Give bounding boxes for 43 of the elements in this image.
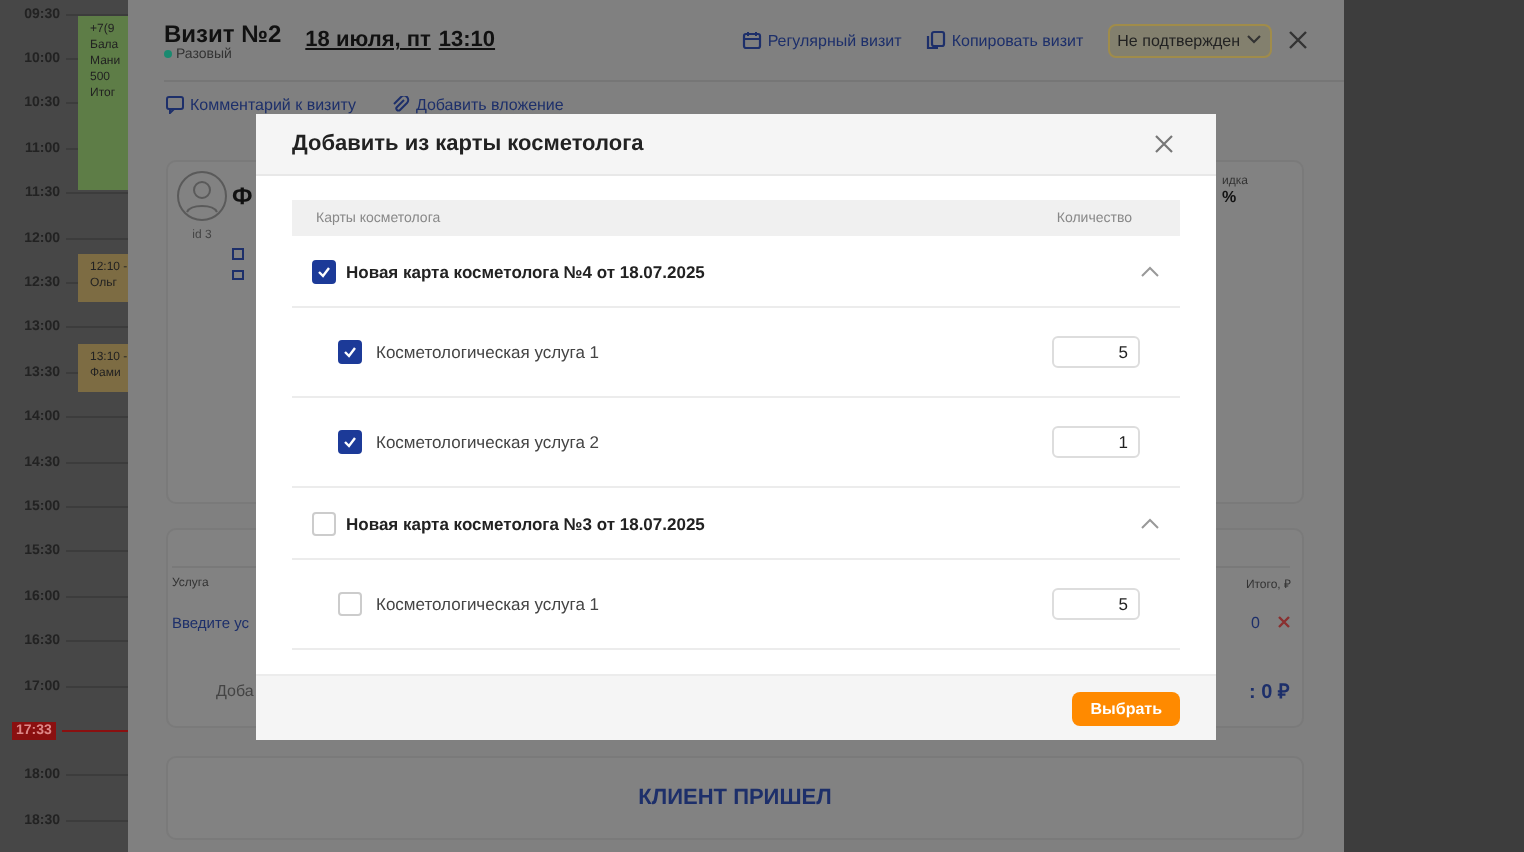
check-icon — [316, 263, 332, 279]
checkbox[interactable] — [312, 259, 336, 283]
calendar-icon — [741, 30, 762, 50]
quantity-field[interactable]: 1 — [1052, 426, 1140, 458]
attachment-link[interactable]: Добавить вложение — [391, 95, 564, 113]
service-name: Косметологическая услуга 1 — [376, 594, 602, 614]
checkbox[interactable] — [338, 430, 362, 454]
delete-icon[interactable] — [1278, 616, 1290, 628]
dialog-title: Добавить из карты косметолога — [292, 132, 644, 156]
close-icon[interactable] — [1154, 134, 1174, 154]
quantity-field[interactable]: 5 — [1052, 588, 1140, 620]
card-title: Новая карта косметолога №3 от 18.07.2025 — [346, 513, 707, 533]
copy-icon — [925, 30, 946, 50]
card-icon[interactable] — [232, 248, 244, 260]
paperclip-icon — [391, 95, 410, 113]
visit-date-link[interactable]: 18 июля, пт — [305, 28, 431, 52]
chevron-icon[interactable] — [1140, 517, 1160, 529]
close-icon[interactable] — [1288, 30, 1308, 50]
chevron-icon[interactable] — [1140, 265, 1160, 277]
discount-value: % — [1222, 188, 1239, 206]
visit-title: Визит №2 — [164, 19, 282, 47]
visit-action-link[interactable]: Копировать визит — [925, 30, 1084, 50]
client-arrived-button[interactable]: КЛИЕНТ ПРИШЕЛ — [166, 756, 1304, 840]
service-name: Косметологическая услуга 1 — [376, 342, 602, 362]
comment-icon — [166, 95, 184, 113]
add-label: Доба — [216, 681, 254, 699]
client-name: Ф — [232, 182, 253, 210]
check-icon — [342, 344, 358, 360]
quantity-field[interactable]: 5 — [1052, 336, 1140, 368]
row-total: 0 — [1251, 613, 1260, 631]
comment-link[interactable]: Комментарий к визиту — [166, 95, 356, 113]
caret-icon — [1246, 34, 1262, 46]
checkbox[interactable] — [338, 340, 362, 364]
check-icon — [342, 434, 358, 450]
visit-action-link[interactable]: Регулярный визит — [741, 30, 902, 50]
service-name: Косметологическая услуга 2 — [376, 432, 602, 452]
total-sum: : 0 ₽ — [1249, 680, 1290, 704]
message-icon[interactable] — [232, 270, 244, 282]
status-dropdown[interactable]: Не подтвержден — [1107, 23, 1272, 57]
visit-time-link[interactable]: 13:10 — [438, 28, 496, 52]
card-title: Новая карта косметолога №4 от 18.07.2025 — [346, 261, 707, 281]
avatar-icon — [176, 170, 228, 222]
select-button[interactable]: Выбрать — [1072, 691, 1180, 725]
